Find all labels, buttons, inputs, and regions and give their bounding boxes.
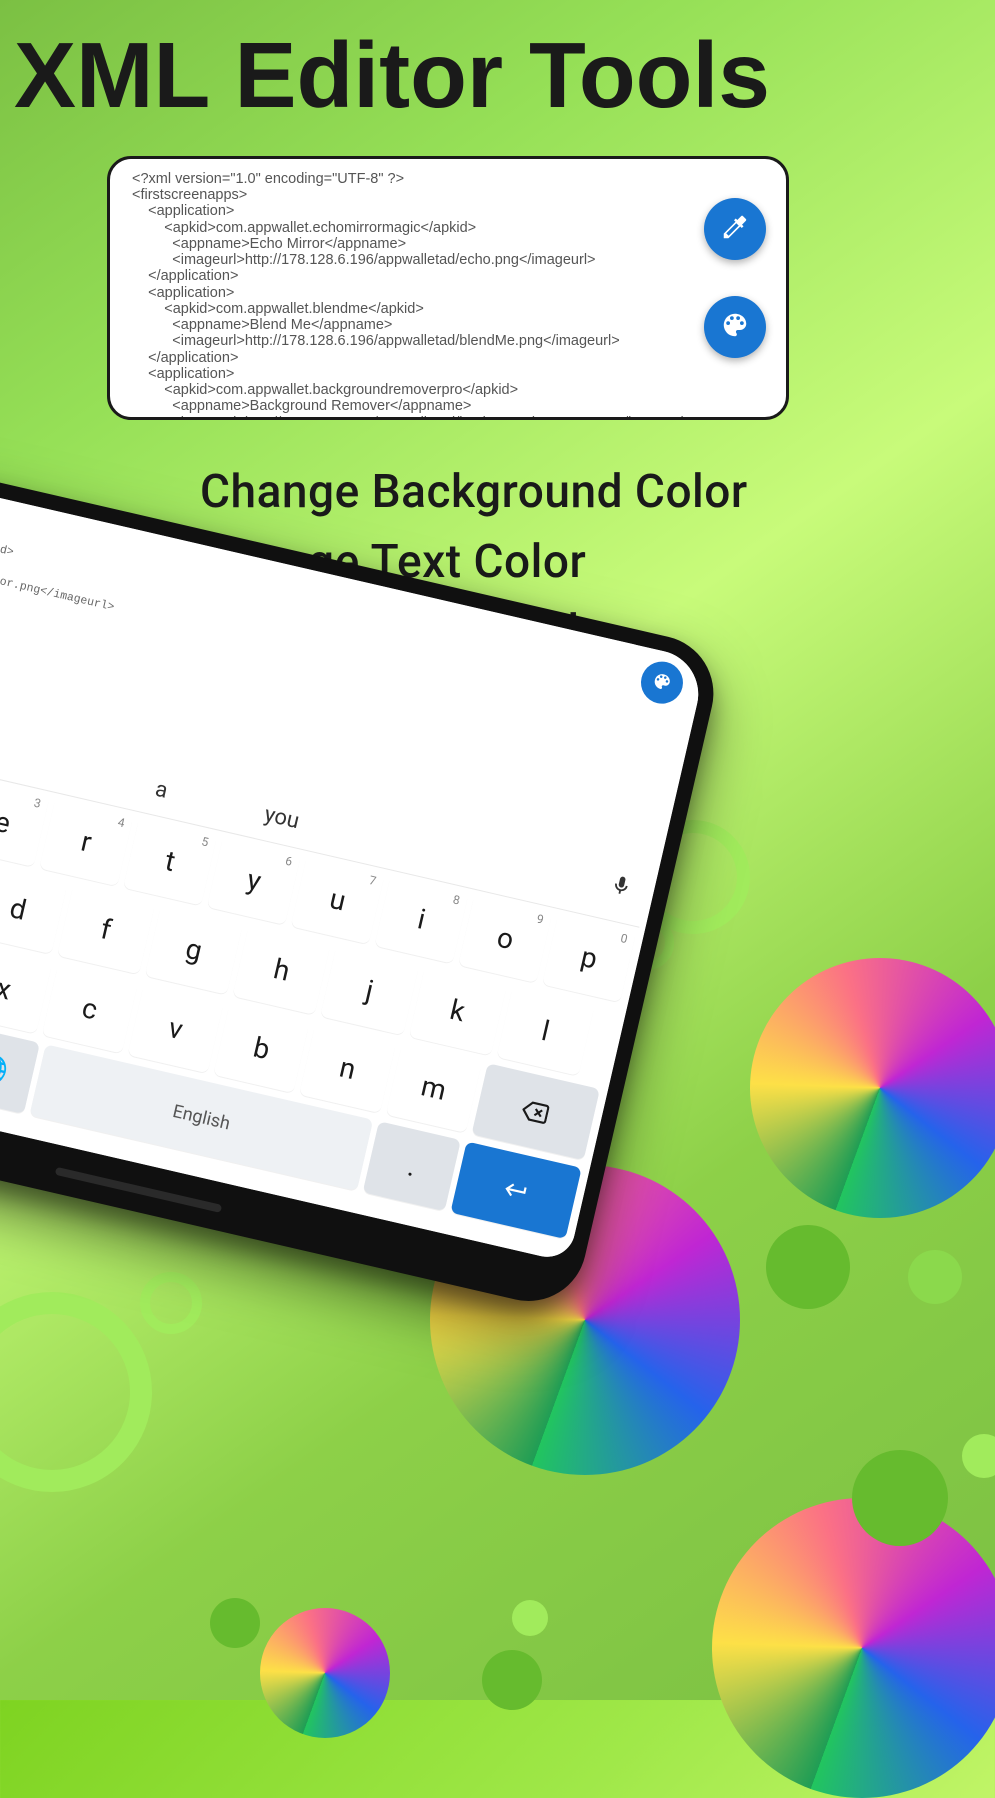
key-i[interactable]: i8 [374, 875, 468, 964]
mic-icon[interactable] [607, 872, 635, 904]
xml-content[interactable]: <?xml version="1.0" encoding="UTF-8" ?> … [132, 171, 764, 420]
dropper-icon [720, 212, 750, 246]
key-t[interactable]: t5 [123, 817, 217, 906]
decor-orb-bl [260, 1608, 390, 1738]
key-y[interactable]: y6 [207, 836, 301, 925]
key-p[interactable]: p0 [542, 913, 636, 1002]
decor-ring-left-sm [140, 1272, 202, 1334]
key-h[interactable]: h [233, 925, 331, 1015]
key-b[interactable]: b [213, 1004, 310, 1094]
key-j[interactable]: j [320, 945, 418, 1035]
decor-orb-med [766, 1225, 850, 1309]
palette-button[interactable] [704, 296, 766, 358]
key-k[interactable]: k [408, 966, 506, 1056]
key-c[interactable]: c [41, 964, 138, 1054]
decor-orb-br [712, 1498, 995, 1798]
key-u[interactable]: u7 [291, 855, 385, 944]
suggestion-1[interactable]: a [153, 777, 170, 804]
key-r[interactable]: r4 [39, 797, 133, 886]
palette-icon [720, 310, 750, 344]
key-f[interactable]: f [57, 884, 155, 974]
suggestion-2[interactable]: you [262, 802, 302, 834]
palette-icon [650, 669, 675, 696]
page-title: XML Editor Tools [14, 22, 770, 129]
decor-orb-big [750, 958, 995, 1218]
decor-orb-br2 [852, 1450, 948, 1546]
key-[interactable]: . [363, 1121, 461, 1211]
key-l[interactable]: l [496, 986, 594, 1076]
xml-editor-card[interactable]: <?xml version="1.0" encoding="UTF-8" ?> … [107, 156, 789, 420]
decor-orb-bc [482, 1650, 542, 1710]
dropper-button[interactable] [704, 198, 766, 260]
decor-orb-sm [908, 1250, 962, 1304]
key-d[interactable]: d [0, 864, 67, 954]
decor-orb-bl2 [210, 1598, 260, 1648]
feature-line-1: Change Background Color [200, 458, 748, 528]
key-g[interactable]: g [145, 905, 243, 995]
key-m[interactable]: m [385, 1043, 482, 1133]
decor-orb-bc2 [512, 1600, 548, 1636]
key-n[interactable]: n [299, 1023, 396, 1113]
key-v[interactable]: v [127, 984, 224, 1074]
key-o[interactable]: o9 [458, 894, 552, 983]
